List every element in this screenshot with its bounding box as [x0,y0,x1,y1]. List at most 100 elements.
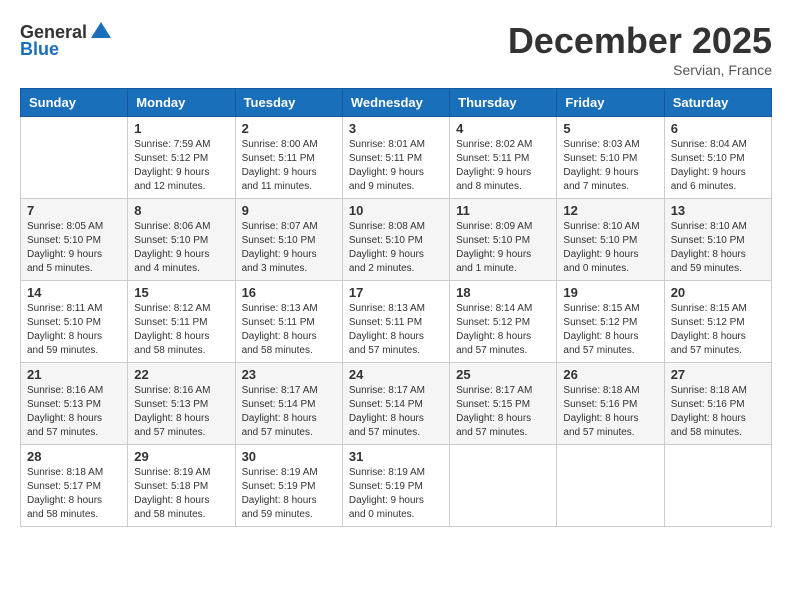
calendar-day-cell: 7Sunrise: 8:05 AM Sunset: 5:10 PM Daylig… [21,199,128,281]
day-number: 12 [563,203,657,218]
day-number: 2 [242,121,336,136]
location-subtitle: Servian, France [508,62,772,78]
calendar-day-cell: 1 Sunrise: 7:59 AM Sunset: 5:12 PM Daylig… [128,117,235,199]
calendar-day-cell [557,445,664,527]
day-number: 15 [134,285,228,300]
day-number: 31 [349,449,443,464]
day-info: Sunrise: 8:12 AM Sunset: 5:11 PM Dayligh… [134,302,228,358]
day-number: 8 [134,203,228,218]
calendar-day-cell: 19Sunrise: 8:15 AM Sunset: 5:12 PM Dayli… [557,281,664,363]
day-info: Sunrise: 8:13 AM Sunset: 5:11 PM Dayligh… [349,302,443,358]
day-info: Sunrise: 8:17 AM Sunset: 5:14 PM Dayligh… [242,384,336,440]
calendar-day-cell: 21 Sunrise: 8:16 AM Sunset: 5:13 PM Dayli… [21,363,128,445]
day-number: 10 [349,203,443,218]
day-of-week-header: Friday [557,89,664,117]
calendar-day-cell: 28 Sunrise: 8:18 AM Sunset: 5:17 PM Dayli… [21,445,128,527]
calendar-header-row: SundayMondayTuesdayWednesdayThursdayFrid… [21,89,772,117]
day-info: Sunrise: 8:10 AM Sunset: 5:10 PM Dayligh… [563,220,657,276]
day-number: 29 [134,449,228,464]
day-number: 28 [27,449,121,464]
day-info: Sunrise: 8:18 AM Sunset: 5:17 PM Dayligh… [27,466,121,522]
calendar-week-row: 1 Sunrise: 7:59 AM Sunset: 5:12 PM Daylig… [21,117,772,199]
calendar-day-cell: 17 Sunrise: 8:13 AM Sunset: 5:11 PM Dayli… [342,281,449,363]
day-of-week-header: Thursday [450,89,557,117]
day-info: Sunrise: 8:08 AM Sunset: 5:10 PM Dayligh… [349,220,443,276]
calendar-day-cell: 27 Sunrise: 8:18 AM Sunset: 5:16 PM Dayli… [664,363,771,445]
day-number: 5 [563,121,657,136]
calendar-day-cell: 11 Sunrise: 8:09 AM Sunset: 5:10 PM Dayli… [450,199,557,281]
day-number: 3 [349,121,443,136]
calendar-day-cell: 6 Sunrise: 8:04 AM Sunset: 5:10 PM Daylig… [664,117,771,199]
day-info: Sunrise: 8:17 AM Sunset: 5:15 PM Dayligh… [456,384,550,440]
day-number: 9 [242,203,336,218]
day-number: 17 [349,285,443,300]
calendar-day-cell [450,445,557,527]
day-number: 22 [134,367,228,382]
day-number: 7 [27,203,121,218]
day-number: 30 [242,449,336,464]
day-info: Sunrise: 8:01 AM Sunset: 5:11 PM Dayligh… [349,138,443,194]
calendar-day-cell: 18Sunrise: 8:14 AM Sunset: 5:12 PM Dayli… [450,281,557,363]
day-info: Sunrise: 8:10 AM Sunset: 5:10 PM Dayligh… [671,220,765,276]
calendar-day-cell: 3 Sunrise: 8:01 AM Sunset: 5:11 PM Daylig… [342,117,449,199]
day-info: Sunrise: 8:11 AM Sunset: 5:10 PM Dayligh… [27,302,121,358]
day-info: Sunrise: 8:02 AM Sunset: 5:11 PM Dayligh… [456,138,550,194]
logo-blue-text: Blue [20,40,113,58]
day-number: 21 [27,367,121,382]
day-of-week-header: Monday [128,89,235,117]
day-of-week-header: Wednesday [342,89,449,117]
calendar-day-cell: 20 Sunrise: 8:15 AM Sunset: 5:12 PM Dayli… [664,281,771,363]
day-info: Sunrise: 8:07 AM Sunset: 5:10 PM Dayligh… [242,220,336,276]
calendar-day-cell: 8 Sunrise: 8:06 AM Sunset: 5:10 PM Daylig… [128,199,235,281]
day-number: 11 [456,203,550,218]
day-number: 23 [242,367,336,382]
day-number: 19 [563,285,657,300]
calendar-day-cell [21,117,128,199]
day-info: Sunrise: 8:09 AM Sunset: 5:10 PM Dayligh… [456,220,550,276]
calendar-day-cell: 24 Sunrise: 8:17 AM Sunset: 5:14 PM Dayli… [342,363,449,445]
title-area: December 2025 Servian, France [508,20,772,78]
calendar-week-row: 28 Sunrise: 8:18 AM Sunset: 5:17 PM Dayli… [21,445,772,527]
calendar-day-cell: 5 Sunrise: 8:03 AM Sunset: 5:10 PM Daylig… [557,117,664,199]
day-info: Sunrise: 8:16 AM Sunset: 5:13 PM Dayligh… [134,384,228,440]
day-number: 6 [671,121,765,136]
calendar-day-cell: 23 Sunrise: 8:17 AM Sunset: 5:14 PM Dayli… [235,363,342,445]
calendar-day-cell [664,445,771,527]
day-info: Sunrise: 8:13 AM Sunset: 5:11 PM Dayligh… [242,302,336,358]
day-info: Sunrise: 8:19 AM Sunset: 5:19 PM Dayligh… [242,466,336,522]
day-info: Sunrise: 8:18 AM Sunset: 5:16 PM Dayligh… [563,384,657,440]
day-info: Sunrise: 8:18 AM Sunset: 5:16 PM Dayligh… [671,384,765,440]
calendar-day-cell: 10 Sunrise: 8:08 AM Sunset: 5:10 PM Dayli… [342,199,449,281]
calendar-day-cell: 31 Sunrise: 8:19 AM Sunset: 5:19 PM Dayli… [342,445,449,527]
day-info: Sunrise: 8:17 AM Sunset: 5:14 PM Dayligh… [349,384,443,440]
day-info: Sunrise: 8:15 AM Sunset: 5:12 PM Dayligh… [671,302,765,358]
day-of-week-header: Tuesday [235,89,342,117]
day-number: 16 [242,285,336,300]
header: General Blue December 2025 Servian, Fran… [20,20,772,78]
calendar-day-cell: 16 Sunrise: 8:13 AM Sunset: 5:11 PM Dayli… [235,281,342,363]
calendar-day-cell: 22 Sunrise: 8:16 AM Sunset: 5:13 PM Dayli… [128,363,235,445]
day-number: 24 [349,367,443,382]
day-of-week-header: Sunday [21,89,128,117]
day-number: 27 [671,367,765,382]
day-info: Sunrise: 8:03 AM Sunset: 5:10 PM Dayligh… [563,138,657,194]
calendar-day-cell: 9 Sunrise: 8:07 AM Sunset: 5:10 PM Daylig… [235,199,342,281]
day-info: Sunrise: 8:16 AM Sunset: 5:13 PM Dayligh… [27,384,121,440]
calendar-day-cell: 25Sunrise: 8:17 AM Sunset: 5:15 PM Dayli… [450,363,557,445]
day-number: 4 [456,121,550,136]
calendar-table: SundayMondayTuesdayWednesdayThursdayFrid… [20,88,772,527]
calendar-day-cell: 15 Sunrise: 8:12 AM Sunset: 5:11 PM Dayli… [128,281,235,363]
day-info: Sunrise: 8:19 AM Sunset: 5:19 PM Dayligh… [349,466,443,522]
day-info: Sunrise: 8:19 AM Sunset: 5:18 PM Dayligh… [134,466,228,522]
day-number: 1 [134,121,228,136]
calendar-week-row: 7Sunrise: 8:05 AM Sunset: 5:10 PM Daylig… [21,199,772,281]
day-info: Sunrise: 8:00 AM Sunset: 5:11 PM Dayligh… [242,138,336,194]
day-info: Sunrise: 8:04 AM Sunset: 5:10 PM Dayligh… [671,138,765,194]
calendar-day-cell: 14Sunrise: 8:11 AM Sunset: 5:10 PM Dayli… [21,281,128,363]
day-info: Sunrise: 7:59 AM Sunset: 5:12 PM Dayligh… [134,138,228,194]
day-info: Sunrise: 8:06 AM Sunset: 5:10 PM Dayligh… [134,220,228,276]
calendar-day-cell: 30 Sunrise: 8:19 AM Sunset: 5:19 PM Dayli… [235,445,342,527]
day-number: 20 [671,285,765,300]
calendar-day-cell: 26Sunrise: 8:18 AM Sunset: 5:16 PM Dayli… [557,363,664,445]
day-info: Sunrise: 8:14 AM Sunset: 5:12 PM Dayligh… [456,302,550,358]
